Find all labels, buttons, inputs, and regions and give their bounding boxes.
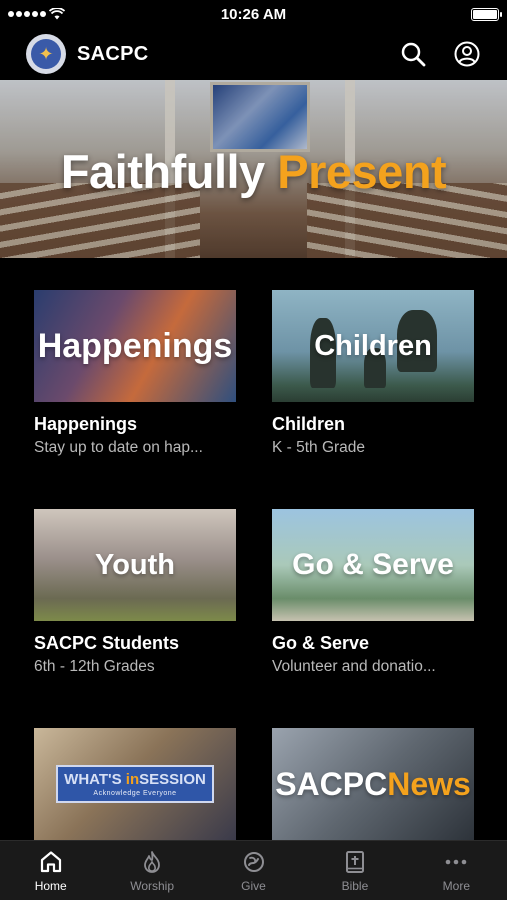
card-title: Children (272, 414, 346, 434)
card-happenings[interactable]: Happenings Happenings Stay up to date on… (34, 290, 236, 457)
tab-home[interactable]: Home (0, 841, 101, 900)
more-icon (446, 859, 467, 864)
card-news[interactable]: SACPCNews (272, 728, 474, 840)
card-whats-in-session[interactable]: WHAT'S inSESSION Acknowledge Everyone (34, 728, 236, 840)
card-thumbnail: WHAT'S inSESSION Acknowledge Everyone (34, 728, 236, 840)
card-students[interactable]: Youth SACPC Students 6th - 12th Grades (34, 509, 236, 676)
card-children[interactable]: Children Children K - 5th Grade (272, 290, 474, 457)
card-title: Go & Serve (272, 633, 370, 653)
thumbnail-text: Youth (95, 548, 175, 581)
hero-banner[interactable]: Faithfully Present (0, 80, 507, 258)
app-title: SACPC (77, 42, 149, 65)
hero-title-part2: Present (277, 145, 447, 198)
tab-give[interactable]: Give (203, 841, 304, 900)
home-icon (40, 850, 61, 872)
hero-title-part1: Faithfully (60, 145, 265, 198)
card-subtitle: Stay up to date on hap... (34, 439, 203, 456)
card-thumbnail: SACPCNews (272, 728, 474, 840)
search-icon (401, 42, 426, 67)
church-logo[interactable]: ✦ (26, 34, 66, 74)
card-title: Happenings (34, 414, 138, 434)
tab-label: Home (34, 878, 67, 893)
status-time: 10:26 AM (220, 5, 287, 23)
card-thumbnail: Go & Serve (272, 509, 474, 621)
battery-level (473, 9, 497, 19)
wifi-icon (49, 8, 65, 20)
account-icon (454, 41, 480, 67)
session-banner: WHAT'S inSESSION Acknowledge Everyone (56, 765, 214, 803)
session-tagline: Acknowledge Everyone (93, 790, 177, 797)
search-button[interactable] (399, 40, 427, 68)
tab-label: Bible (341, 878, 369, 893)
card-thumbnail: Happenings (34, 290, 236, 402)
account-button[interactable] (453, 40, 481, 68)
app-header: ✦ SACPC (0, 28, 507, 80)
card-subtitle: Volunteer and donatio... (272, 658, 436, 675)
flame-icon (144, 850, 161, 873)
bottom-tab-bar: Home Worship Give Bible More (0, 840, 507, 900)
signal-indicator (8, 8, 65, 20)
card-title: SACPC Students (34, 633, 180, 653)
card-subtitle: K - 5th Grade (272, 439, 366, 456)
bible-icon (345, 850, 364, 873)
give-icon (243, 851, 264, 872)
thumbnail-text: Go & Serve (292, 548, 454, 581)
tab-bible[interactable]: Bible (304, 841, 405, 900)
tab-worship[interactable]: Worship (101, 841, 202, 900)
thumbnail-text: Happenings (37, 326, 233, 365)
card-go-serve[interactable]: Go & Serve Go & Serve Volunteer and dona… (272, 509, 474, 676)
hero-title: Faithfully Present (0, 144, 507, 199)
tab-label: Worship (130, 878, 174, 893)
tab-more[interactable]: More (406, 841, 507, 900)
logo-emblem-icon: ✦ (31, 39, 61, 69)
card-thumbnail: Youth (34, 509, 236, 621)
signal-strength-icon (8, 11, 46, 17)
thumbnail-text: Children (314, 329, 432, 362)
thumbnail-text: SACPCNews (275, 765, 471, 802)
card-thumbnail: Children (272, 290, 474, 402)
battery-icon (471, 7, 502, 21)
status-bar: 10:26 AM (0, 0, 507, 28)
card-subtitle: 6th - 12th Grades (34, 658, 155, 675)
tab-label: More (442, 878, 470, 893)
tab-label: Give (241, 878, 266, 893)
